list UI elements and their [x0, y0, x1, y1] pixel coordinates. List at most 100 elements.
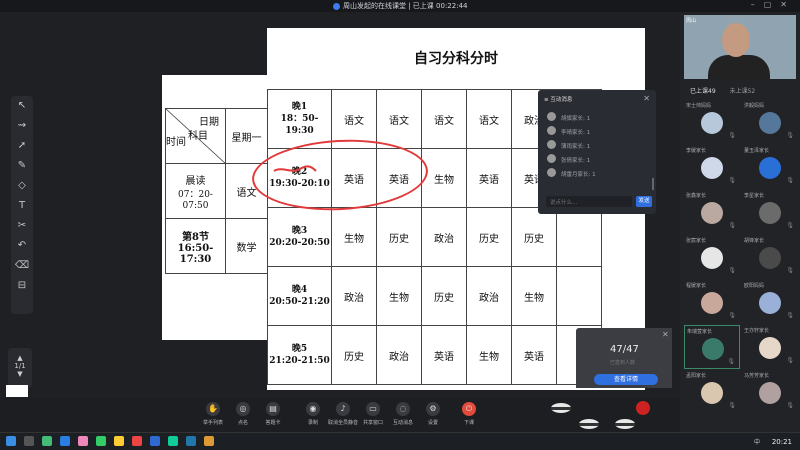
teacher-camera[interactable]: 周山 [684, 15, 796, 79]
mic-icon[interactable]: 🎙 [786, 357, 794, 364]
pointer-icon[interactable]: ↖ [11, 96, 33, 116]
subject-cell [556, 266, 602, 326]
window-controls[interactable]: –▢✕ [751, 0, 796, 9]
toolbar-button[interactable]: ▤ 答题卡 [258, 402, 288, 426]
ime-indicator[interactable]: 中 [754, 437, 760, 446]
app-logo-icon [333, 2, 340, 10]
mic-icon[interactable]: 🎙 [728, 267, 736, 274]
toolbar-button[interactable]: ◌ 互动消息 [388, 402, 418, 426]
start-icon[interactable] [6, 436, 16, 446]
app-icon-1[interactable] [42, 436, 52, 446]
student-tile[interactable]: 董玉泽家长 🎙 [742, 145, 798, 189]
toolbar-button[interactable]: ✋ 举手列表 [198, 402, 228, 426]
app-icon-6[interactable] [132, 436, 142, 446]
search-icon[interactable] [24, 436, 34, 446]
app-icon-4[interactable] [96, 436, 106, 446]
shape-icon[interactable]: ◇ [11, 176, 33, 196]
chat-input[interactable]: 说点什么... [546, 196, 632, 207]
mic-icon[interactable]: 🎙 [786, 177, 794, 184]
app-icon-2[interactable] [60, 436, 70, 446]
page-navigator[interactable]: ▲ 1/1 ▼ [8, 348, 32, 388]
header-time-label: 时间 [166, 137, 186, 148]
toolbar-label: 互动消息 [392, 420, 413, 426]
text-icon[interactable]: T [11, 196, 33, 216]
close-icon[interactable]: ✕ [643, 94, 650, 103]
toolbar-button[interactable]: ◉ 录制 [298, 402, 328, 426]
chat-scrollbar[interactable] [652, 178, 654, 190]
app-icon-7[interactable] [150, 436, 160, 446]
roster-tabs: 已上课49 未上课52 [690, 86, 755, 95]
mic-icon[interactable]: 🎙 [728, 132, 736, 139]
subject-cell: 英语 [466, 148, 512, 208]
student-tile[interactable]: 王亦轩家长 🎙 [742, 325, 798, 369]
mic-icon[interactable]: 🎙 [786, 312, 794, 319]
schedule-row: 晚5 21:20-21:50 历史 政治 英语 生物 英语 [267, 325, 602, 385]
page-down-icon[interactable]: ▼ [8, 370, 32, 378]
clear-icon[interactable]: ⊟ [11, 276, 33, 296]
toolbar-button[interactable]: ⏻ 下课 [454, 402, 484, 426]
toolbar-button[interactable]: ▭ 共享窗口 [358, 402, 388, 426]
header-diagonal-cell: 日期 科目 时间 [165, 108, 226, 164]
toolbar-icon: ♪ [336, 402, 350, 416]
student-tile[interactable]: 欧阳妈妈 🎙 [742, 280, 798, 324]
tab-not-joined[interactable]: 未上课52 [730, 88, 756, 95]
sign-in-close-icon[interactable]: ✕ [662, 330, 669, 339]
interaction-messages-panel: ≡ 互动消息 ✕ 胡旗家长: 1 李晴家长: 1 薄雨家长: 1 张倩家长: 1 胡雷月… [538, 90, 656, 214]
send-button[interactable]: 发送 [636, 196, 652, 207]
student-tile[interactable]: 朱瑞萱家长 🎙 [684, 325, 740, 369]
toolbar-button[interactable]: ♪ 取消全员静音 [328, 402, 358, 426]
page-up-icon[interactable]: ▲ [8, 354, 32, 362]
mic-icon[interactable]: 🎙 [786, 222, 794, 229]
toolbar-label: 举手列表 [202, 420, 223, 426]
app-icon-10[interactable] [204, 436, 214, 446]
mic-icon[interactable]: 🎙 [728, 402, 736, 409]
period-cell: 晚1 18：50-19:30 [267, 89, 332, 149]
schedule-row: 晚4 20:50-21:20 政治 生物 历史 政治 生物 [267, 266, 602, 326]
mic-icon[interactable]: 🎙 [727, 358, 735, 365]
avatar [701, 202, 723, 224]
student-tile[interactable]: 洪毅妈妈 🎙 [742, 100, 798, 144]
mic-icon[interactable]: 🎙 [786, 402, 794, 409]
toolbar-button[interactable]: ◎ 点名 [228, 402, 258, 426]
student-tile[interactable]: 张鑫家长 🎙 [684, 190, 740, 234]
eraser-icon[interactable]: ⌫ [11, 256, 33, 276]
student-name: 宋士帅妈妈 [686, 103, 712, 109]
student-tile[interactable]: 李媛家长 🎙 [684, 145, 740, 189]
row2-period: 第8节 [182, 231, 209, 243]
row1-period: 晨读 [185, 175, 206, 187]
student-tile[interactable]: 孟阳家长 🎙 [684, 370, 740, 414]
student-name: 朱瑞萱家长 [687, 329, 713, 335]
app-icon-8[interactable] [168, 436, 178, 446]
student-tile[interactable]: 宋士帅妈妈 🎙 [684, 100, 740, 144]
undo-icon[interactable]: ↶ [11, 236, 33, 256]
mic-icon[interactable]: 🎙 [728, 222, 736, 229]
page-indicator: 1/1 [14, 362, 26, 370]
cut-icon[interactable]: ✂ [11, 216, 33, 236]
view-details-button[interactable]: 查看详情 [594, 374, 658, 385]
row2-period-cell: 第8节 16:50-17:30 [165, 218, 226, 274]
pingpong-sticker [551, 401, 650, 429]
student-name: 洪毅妈妈 [744, 103, 765, 109]
tab-joined[interactable]: 已上课49 [690, 88, 716, 95]
student-tile[interactable]: 胡锋家长 🎙 [742, 235, 798, 279]
subject-cell: 政治 [421, 207, 467, 267]
student-tile[interactable]: 张宸家长 🎙 [684, 235, 740, 279]
app-icon-9[interactable] [186, 436, 196, 446]
app-icon-5[interactable] [114, 436, 124, 446]
pen-icon[interactable]: ✎ [11, 156, 33, 176]
laser-icon[interactable]: ⇝ [11, 116, 33, 136]
app-icon-3[interactable] [78, 436, 88, 446]
avatar [759, 157, 781, 179]
mic-icon[interactable]: 🎙 [786, 132, 794, 139]
mic-icon[interactable]: 🎙 [728, 312, 736, 319]
mic-icon[interactable]: 🎙 [786, 267, 794, 274]
mic-icon[interactable]: 🎙 [728, 177, 736, 184]
select-icon[interactable]: ➚ [11, 136, 33, 156]
toolbar-button[interactable]: ⚙ 设置 [418, 402, 448, 426]
page-thumbnail[interactable] [6, 385, 28, 397]
subject-cell: 政治 [331, 266, 377, 326]
subject-cell: 历史 [511, 207, 557, 267]
student-tile[interactable]: 程媛家长 🎙 [684, 280, 740, 324]
student-tile[interactable]: 李星家长 🎙 [742, 190, 798, 234]
student-tile[interactable]: 马芳芳家长 🎙 [742, 370, 798, 414]
